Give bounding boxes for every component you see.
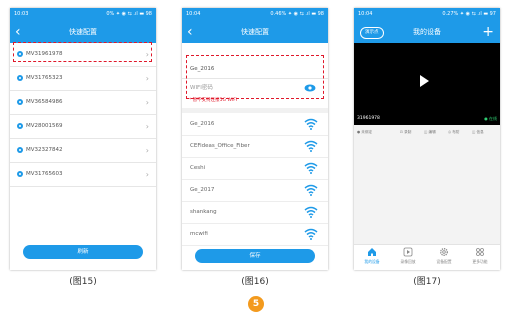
network-name: shankang xyxy=(190,209,217,215)
chevron-right-icon: › xyxy=(145,98,149,107)
wifi-network-item[interactable]: Ge_2016 xyxy=(182,114,328,136)
chevron-right-icon: › xyxy=(145,74,149,83)
title-bar: ‹ 快速配置 xyxy=(182,21,328,43)
camera-icon xyxy=(17,99,23,105)
screen-my-devices: 10:04 0.27% ✦ ◉ ⇆ .ıl ▬ 97 演示点 我的设备 + 31… xyxy=(354,8,500,270)
camera-icon xyxy=(17,171,23,177)
title-bar: 演示点 我的设备 + xyxy=(354,21,500,43)
status-bar: 10:03 0% ✦ ◉ ⇆ .ıl ▬ 98 xyxy=(10,8,156,21)
wifi-network-item[interactable]: Ge_2017 xyxy=(182,180,328,202)
wifi-icon xyxy=(304,162,318,174)
play-icon[interactable] xyxy=(420,75,429,87)
wifi-network-item[interactable]: CEFideas_Office_Fiber xyxy=(182,136,328,158)
camera-icon xyxy=(17,123,23,129)
unbound-control[interactable]: ● 未绑定 xyxy=(357,125,372,139)
status-bar: 10:04 0.46% ✦ ◉ ⇆ .ıl ▬ 98 xyxy=(182,8,328,21)
status-indicators: 0% ✦ ◉ ⇆ .ıl ▬ 98 xyxy=(106,11,152,17)
network-name: CEFideas_Office_Fiber xyxy=(190,143,250,149)
device-name: MV31765603 xyxy=(26,171,63,177)
tab-label: 更多功能 xyxy=(472,259,488,264)
grid-icon xyxy=(476,248,484,256)
device-name: MV36584986 xyxy=(26,99,63,105)
status-time: 10:03 xyxy=(14,11,29,17)
figure-caption: (图16) xyxy=(241,277,269,287)
gear-icon xyxy=(440,248,448,256)
wifi-network-item[interactable]: mcwifi xyxy=(182,224,328,246)
page-title: 快速配置 xyxy=(241,28,269,36)
wifi-network-item[interactable]: shankang xyxy=(182,202,328,224)
edit-control[interactable]: ◫ 编辑 xyxy=(424,125,436,139)
video-preview[interactable]: 31961978 ● 在线 xyxy=(354,43,500,125)
chevron-right-icon: › xyxy=(145,170,149,179)
tab-label: 设备配置 xyxy=(436,259,452,264)
figure-caption: (图15) xyxy=(69,277,97,287)
online-status: ● 在线 xyxy=(484,116,497,121)
divider xyxy=(182,108,328,113)
bottom-tab-bar: 我的设备 录像回放 设备配置 更多功能 xyxy=(354,244,500,270)
screen-quick-config-device-list: 10:03 0% ✦ ◉ ⇆ .ıl ▬ 98 ‹ 快速配置 MV3196197… xyxy=(10,8,156,270)
device-item[interactable]: MV36584986 › xyxy=(10,91,156,115)
status-time: 10:04 xyxy=(186,11,201,17)
content-area xyxy=(354,139,500,244)
tab-label: 我的设备 xyxy=(364,259,380,264)
network-name: mcwifi xyxy=(190,231,208,237)
refresh-button[interactable]: 刷新 xyxy=(23,245,143,259)
device-control-bar: ● 未绑定 ⊡ 录制 ◫ 编辑 ◎ 布防 ◫ 信息 xyxy=(354,125,500,139)
network-name: Ge_2016 xyxy=(190,121,215,127)
status-indicators: 0.27% ✦ ◉ ⇆ .ıl ▬ 97 xyxy=(442,11,496,17)
tab-label: 录像回放 xyxy=(400,259,416,264)
wifi-icon xyxy=(304,228,318,240)
chevron-right-icon: › xyxy=(145,122,149,131)
tab-my-devices[interactable]: 我的设备 xyxy=(354,247,390,265)
wifi-icon xyxy=(304,118,318,130)
camera-icon xyxy=(17,75,23,81)
device-item[interactable]: MV31765603 › xyxy=(10,163,156,187)
network-name: Ceshi xyxy=(190,165,206,171)
5g-hint: * 暂不支持连接5G WIFI xyxy=(189,98,238,103)
device-name: MV31765323 xyxy=(26,75,63,81)
chevron-right-icon: › xyxy=(145,146,149,155)
page-number-badge: 5 xyxy=(248,296,264,312)
device-item[interactable]: MV28001569 › xyxy=(10,115,156,139)
device-id-label: 31961978 xyxy=(357,116,380,121)
device-name: MV32327842 xyxy=(26,147,63,153)
device-item[interactable]: MV31765323 › xyxy=(10,67,156,91)
tab-more[interactable]: 更多功能 xyxy=(462,247,498,265)
playback-icon xyxy=(403,247,413,257)
wifi-icon xyxy=(304,206,318,218)
record-control[interactable]: ⊡ 录制 xyxy=(400,125,411,139)
tab-playback[interactable]: 录像回放 xyxy=(390,247,426,265)
device-item[interactable]: MV32327842 › xyxy=(10,139,156,163)
page-title: 我的设备 xyxy=(413,28,441,36)
highlight-box xyxy=(186,55,324,99)
add-device-icon[interactable]: + xyxy=(482,21,494,43)
page-title: 快速配置 xyxy=(69,28,97,36)
network-name: Ge_2017 xyxy=(190,187,215,193)
wifi-icon xyxy=(304,184,318,196)
camera-icon xyxy=(17,147,23,153)
device-list: MV31961978 › MV31765323 › MV36584986 › MV28… xyxy=(10,43,156,187)
tab-device-settings[interactable]: 设备配置 xyxy=(426,247,462,265)
screen-wifi-config: 10:04 0.46% ✦ ◉ ⇆ .ıl ▬ 98 ‹ 快速配置 Ge_201… xyxy=(182,8,328,270)
device-name: MV28001569 xyxy=(26,123,63,129)
info-control[interactable]: ◫ 信息 xyxy=(472,125,484,139)
save-button[interactable]: 保存 xyxy=(195,249,315,263)
status-time: 10:04 xyxy=(358,11,373,17)
figure-caption: (图17) xyxy=(413,277,441,287)
arm-control[interactable]: ◎ 布防 xyxy=(448,125,459,139)
wifi-icon xyxy=(304,140,318,152)
status-bar: 10:04 0.27% ✦ ◉ ⇆ .ıl ▬ 97 xyxy=(354,8,500,21)
wifi-network-item[interactable]: Ceshi xyxy=(182,158,328,180)
home-icon xyxy=(368,248,376,256)
highlight-box xyxy=(13,42,152,62)
title-bar: ‹ 快速配置 xyxy=(10,21,156,43)
status-indicators: 0.46% ✦ ◉ ⇆ .ıl ▬ 98 xyxy=(270,11,324,17)
